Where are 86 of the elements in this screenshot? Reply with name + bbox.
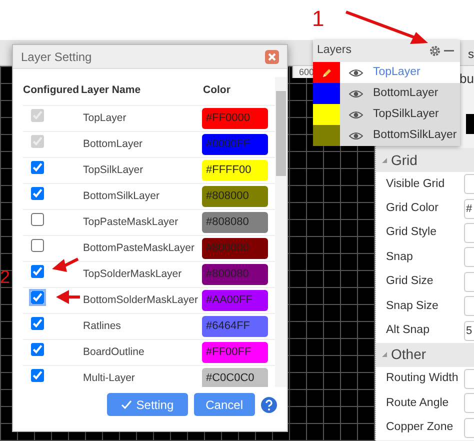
- eye-icon[interactable]: [349, 68, 363, 76]
- eye-icon[interactable]: [349, 110, 363, 118]
- help-icon[interactable]: [261, 396, 277, 412]
- property-field[interactable]: [464, 247, 474, 268]
- arrow-drawing: [54, 289, 82, 305]
- checkbox[interactable]: [31, 291, 44, 304]
- color-swatch[interactable]: #C0C0C0: [202, 368, 268, 387]
- property-field[interactable]: [464, 418, 474, 438]
- annotation-number: 1: [312, 8, 324, 30]
- layer-name: TopSolderMaskLayer: [82, 266, 183, 282]
- checkbox[interactable]: [31, 187, 44, 200]
- pencil-icon: [320, 66, 332, 78]
- close-icon: [268, 52, 276, 60]
- property-label: Snap: [386, 250, 413, 265]
- color-swatch[interactable]: #808000: [202, 186, 268, 207]
- layer-item[interactable]: TopSilkLayer: [313, 104, 460, 125]
- layer-name: BottomSolderMaskLayer: [82, 292, 199, 308]
- property-label: Snap Size: [386, 298, 438, 314]
- tab-label[interactable]: s: [468, 45, 474, 63]
- property-label: Grid Style: [386, 225, 436, 240]
- checkbox[interactable]: [31, 161, 44, 174]
- minimize-icon[interactable]: [444, 49, 454, 53]
- color-swatch[interactable]: [313, 62, 340, 83]
- color-field[interactable]: [466, 114, 474, 134]
- property-label: Route Angle: [386, 396, 449, 411]
- layer-item[interactable]: BottomLayer: [313, 83, 460, 104]
- column-header: Configured: [23, 83, 80, 98]
- color-swatch[interactable]: #FF00FF: [202, 342, 268, 363]
- property-field[interactable]: #: [464, 198, 474, 219]
- property-field[interactable]: [464, 272, 474, 292]
- section-header[interactable]: Grid: [376, 148, 474, 172]
- color-swatch[interactable]: #6464FF: [202, 316, 268, 337]
- color-swatch[interactable]: #AA00FF: [202, 290, 268, 311]
- setting-button[interactable]: Setting: [107, 393, 188, 416]
- checkbox[interactable]: [31, 265, 44, 278]
- column-header: Color: [202, 83, 232, 98]
- eye-icon[interactable]: [349, 90, 363, 98]
- expander-icon[interactable]: [382, 158, 387, 162]
- checkbox[interactable]: [31, 239, 44, 252]
- close-button[interactable]: [265, 50, 279, 64]
- scrollbar[interactable]: [275, 77, 287, 387]
- panel-title: Layers: [317, 43, 352, 58]
- property-field[interactable]: [464, 296, 474, 316]
- property-label: Grid Size: [386, 274, 434, 290]
- section-header[interactable]: Other: [376, 342, 474, 367]
- color-swatch[interactable]: [313, 104, 340, 125]
- section-title: Grid: [391, 150, 418, 170]
- layer-name: TopSilkLayer: [82, 162, 144, 178]
- cancel-button[interactable]: Cancel: [194, 393, 255, 416]
- expander-icon[interactable]: [382, 352, 387, 358]
- annotation-number: 2: [0, 268, 10, 286]
- dialog-title: Layer Setting: [21, 48, 92, 66]
- checkbox[interactable]: [31, 343, 44, 356]
- layer-name: TopLayer: [82, 110, 128, 126]
- property-field[interactable]: [464, 393, 474, 414]
- property-field[interactable]: 5: [464, 320, 474, 341]
- property-label: Routing Width: [386, 371, 458, 386]
- layer-item[interactable]: TopLayer: [313, 62, 460, 83]
- property-label: Grid Color: [386, 200, 438, 216]
- layer-name: BoardOutline: [82, 344, 146, 360]
- section-title: Other: [391, 345, 426, 364]
- property-field[interactable]: [464, 174, 474, 194]
- layer-name: BottomPasteMaskLayer: [82, 240, 196, 256]
- checkbox[interactable]: [31, 369, 44, 382]
- check-icon: [121, 400, 132, 409]
- layer-name: BottomSilkLayer: [82, 188, 160, 204]
- color-swatch[interactable]: #808080: [202, 212, 268, 233]
- property-label: Alt Snap: [386, 322, 430, 338]
- layer-name: Multi-Layer: [82, 370, 136, 386]
- layer-item[interactable]: BottomSilkLayer: [313, 125, 460, 146]
- layer-name: TopPasteMaskLayer: [82, 214, 180, 230]
- color-swatch[interactable]: #FFFF00: [202, 160, 268, 181]
- property-label: Visible Grid: [386, 176, 445, 192]
- property-field[interactable]: [464, 368, 474, 389]
- layer-name: BottomLayer: [82, 136, 144, 152]
- column-header: Layer Name: [81, 83, 142, 98]
- eye-icon[interactable]: [349, 132, 363, 140]
- layer-name: Ratlines: [82, 318, 122, 334]
- property-field[interactable]: [464, 222, 474, 243]
- panel-heading: bu: [460, 70, 474, 88]
- checkbox[interactable]: [31, 317, 44, 330]
- property-label: Copper Zone: [386, 420, 454, 436]
- color-swatch[interactable]: [313, 125, 340, 146]
- checkbox[interactable]: [31, 213, 44, 226]
- settings-icon[interactable]: [429, 45, 442, 57]
- color-swatch[interactable]: [313, 83, 340, 104]
